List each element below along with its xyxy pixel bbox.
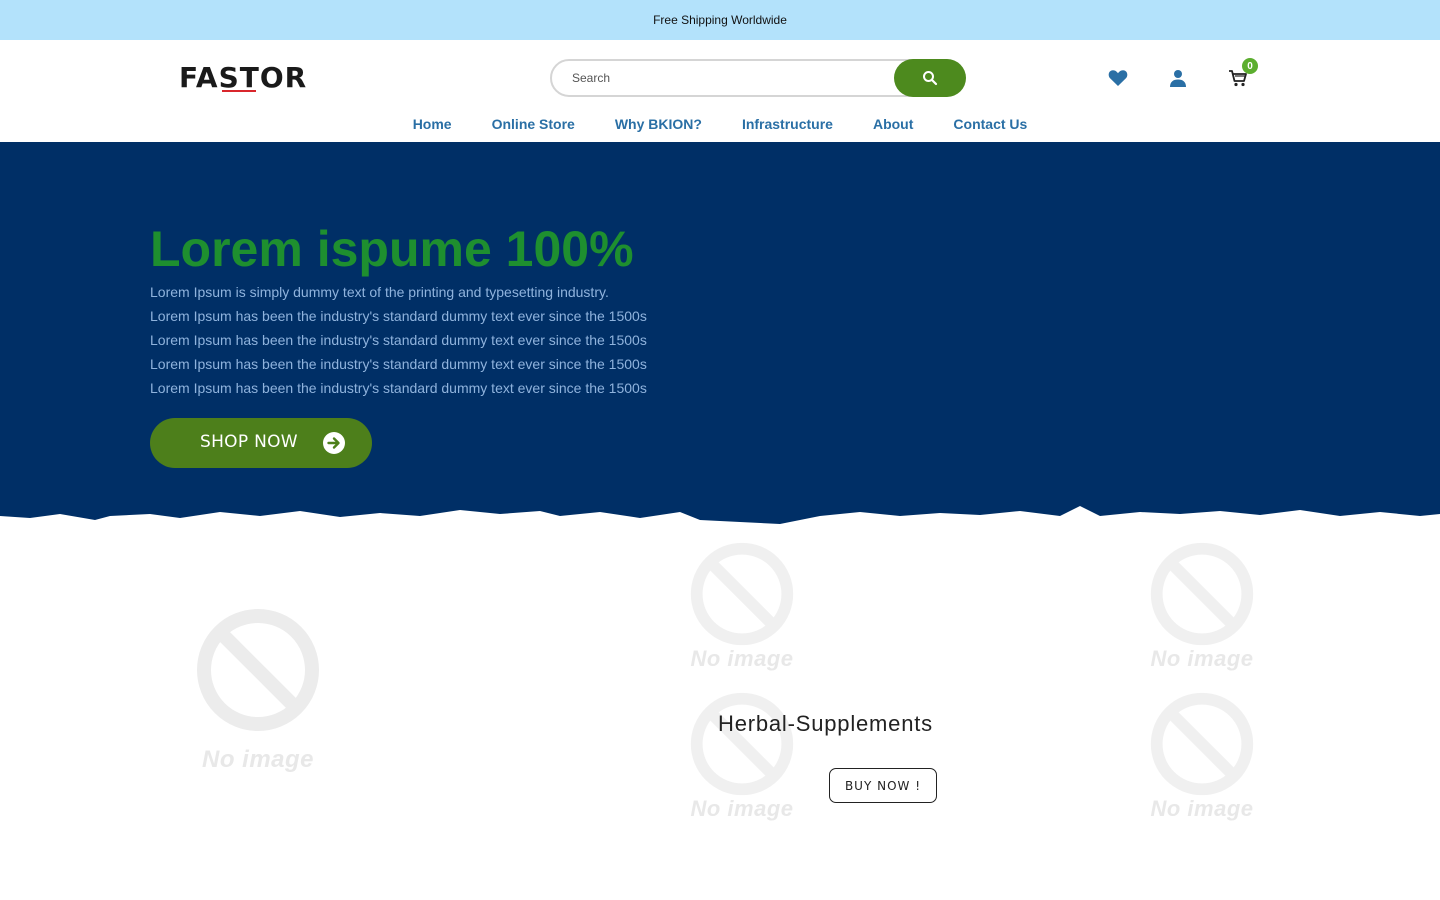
torn-edge-divider bbox=[0, 506, 1440, 542]
no-image-label: No image bbox=[690, 796, 794, 821]
product-image-placeholder: No image bbox=[1146, 542, 1258, 672]
no-image-icon bbox=[1150, 692, 1254, 796]
hero-line: Lorem Ipsum is simply dummy text of the … bbox=[150, 284, 609, 300]
nav-item-about[interactable]: About bbox=[873, 116, 913, 136]
wishlist-button[interactable] bbox=[1106, 66, 1130, 90]
nav-item-contact-us[interactable]: Contact Us bbox=[953, 116, 1027, 136]
no-image-label: No image bbox=[1150, 646, 1254, 671]
hero-description: Lorem Ipsum is simply dummy text of the … bbox=[150, 280, 647, 400]
shop-now-button[interactable]: SHOP NOW bbox=[150, 418, 372, 468]
no-image-icon bbox=[690, 692, 794, 796]
buy-now-button[interactable]: BUY NOW ! bbox=[829, 768, 937, 803]
cart-count-badge: 0 bbox=[1242, 58, 1258, 74]
product-category-title: Herbal-Supplements bbox=[718, 711, 933, 736]
search-input[interactable] bbox=[572, 61, 872, 95]
no-image-icon bbox=[690, 542, 794, 646]
hero-line: Lorem Ipsum has been the industry's stan… bbox=[150, 332, 647, 348]
no-image-label: No image bbox=[1150, 796, 1254, 821]
product-image-placeholder: No image bbox=[1146, 692, 1258, 822]
account-button[interactable] bbox=[1166, 66, 1190, 90]
nav-item-why-bkion[interactable]: Why BKION? bbox=[615, 116, 702, 136]
nav-item-infrastructure[interactable]: Infrastructure bbox=[742, 116, 833, 136]
logo-underline bbox=[222, 90, 256, 92]
announcement-bar: Free Shipping Worldwide bbox=[0, 0, 1440, 40]
announcement-text: Free Shipping Worldwide bbox=[653, 13, 787, 27]
product-image-placeholder: No image bbox=[686, 542, 798, 672]
arrow-right-circle-icon bbox=[323, 432, 345, 454]
hero-line: Lorem Ipsum has been the industry's stan… bbox=[150, 356, 647, 372]
shop-now-label: SHOP NOW bbox=[200, 432, 298, 452]
cart-button[interactable]: 0 bbox=[1226, 58, 1258, 90]
hero-line: Lorem Ipsum has been the industry's stan… bbox=[150, 380, 647, 396]
heart-icon bbox=[1108, 70, 1128, 86]
hero-title: Lorem ispume 100% bbox=[150, 221, 634, 277]
no-image-icon bbox=[197, 609, 319, 731]
nav-item-home[interactable]: Home bbox=[413, 116, 452, 136]
user-icon bbox=[1170, 70, 1186, 87]
product-image-placeholder: No image bbox=[196, 608, 320, 774]
hero-line: Lorem Ipsum has been the industry's stan… bbox=[150, 308, 647, 324]
no-image-label: No image bbox=[201, 746, 315, 773]
search-icon bbox=[923, 71, 938, 86]
nav-item-online-store[interactable]: Online Store bbox=[492, 116, 575, 136]
no-image-label: No image bbox=[690, 646, 794, 671]
site-header: FASTOR 0 Home Online Sto bbox=[0, 40, 1440, 142]
no-image-icon bbox=[1150, 542, 1254, 646]
hero-banner: Lorem ispume 100% Lorem Ipsum is simply … bbox=[0, 142, 1440, 542]
site-logo[interactable]: FASTOR bbox=[179, 61, 307, 94]
main-nav: Home Online Store Why BKION? Infrastruct… bbox=[0, 116, 1440, 136]
search-button[interactable] bbox=[894, 59, 966, 97]
search-bar bbox=[550, 59, 966, 97]
